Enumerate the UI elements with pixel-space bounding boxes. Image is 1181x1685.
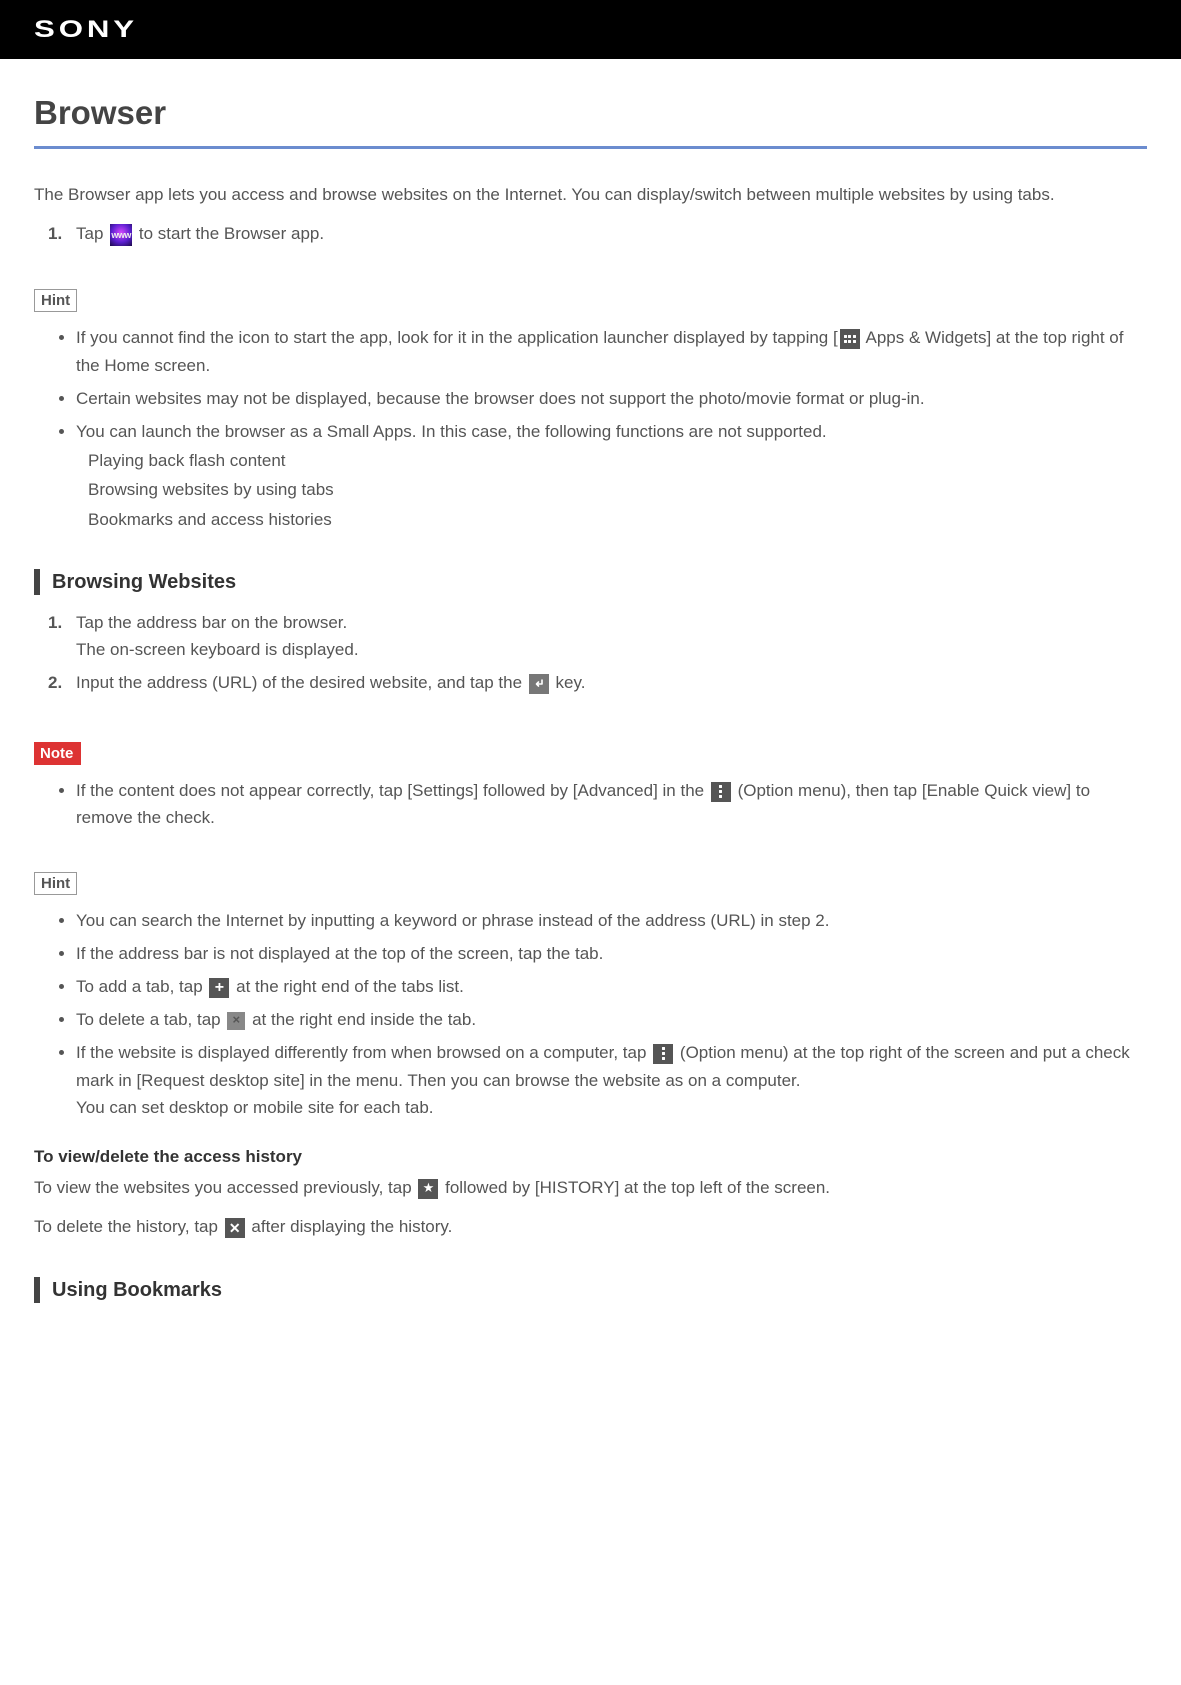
browsing-steps: Tap the address bar on the browser. The … <box>34 609 1147 697</box>
text-fragment: To add a tab, tap <box>76 977 207 996</box>
section-browsing-heading: Browsing Websites <box>34 569 1147 595</box>
hint1-item2: Certain websites may not be displayed, b… <box>76 385 1147 412</box>
note-label: Note <box>34 742 81 765</box>
hint-list-1: If you cannot find the icon to start the… <box>34 324 1147 532</box>
text-fragment: Tap <box>76 224 108 243</box>
hint2-item4: To delete a tab, tap × at the right end … <box>76 1006 1147 1033</box>
text-fragment: Tap the address bar on the browser. <box>76 613 347 632</box>
hint-label: Hint <box>34 289 77 312</box>
text-fragment: Input the address (URL) of the desired w… <box>76 673 527 692</box>
close-icon: × <box>227 1012 245 1030</box>
text-fragment: at the right end inside the tab. <box>252 1010 476 1029</box>
hint2-item1: You can search the Internet by inputting… <box>76 907 1147 934</box>
text-fragment: If you cannot find the icon to start the… <box>76 328 838 347</box>
browsing-step-1: Tap the address bar on the browser. The … <box>76 609 1147 663</box>
page-title: Browser <box>34 94 1147 132</box>
text-fragment: To view the websites you accessed previo… <box>34 1178 416 1197</box>
x-icon: ✕ <box>225 1218 245 1238</box>
history-heading: To view/delete the access history <box>34 1143 1147 1170</box>
history-line1: To view the websites you accessed previo… <box>34 1174 1147 1201</box>
option-menu-icon <box>653 1044 673 1064</box>
www-icon: www <box>110 224 132 246</box>
hint1-item3-sub1: Playing back flash content <box>76 447 1147 474</box>
note-item1: If the content does not appear correctly… <box>76 777 1147 831</box>
text-fragment: You can set desktop or mobile site for e… <box>76 1098 434 1117</box>
intro-text: The Browser app lets you access and brow… <box>34 181 1147 208</box>
start-step-1: Tap www to start the Browser app. <box>76 220 1147 247</box>
note-list: If the content does not appear correctly… <box>34 777 1147 831</box>
hint1-item3-sub2: Browsing websites by using tabs <box>76 476 1147 503</box>
text-fragment: at the right end of the tabs list. <box>236 977 464 996</box>
section-bookmarks-heading: Using Bookmarks <box>34 1277 1147 1303</box>
text-fragment: after displaying the history. <box>251 1217 452 1236</box>
text-fragment: If the website is displayed differently … <box>76 1043 651 1062</box>
option-menu-icon <box>711 782 731 802</box>
text-fragment: To delete the history, tap <box>34 1217 223 1236</box>
hint-list-2: You can search the Internet by inputting… <box>34 907 1147 1121</box>
text-fragment: If the content does not appear correctly… <box>76 781 709 800</box>
hint-label-2: Hint <box>34 872 77 895</box>
hint2-item3: To add a tab, tap + at the right end of … <box>76 973 1147 1000</box>
text-fragment: To delete a tab, tap <box>76 1010 225 1029</box>
enter-arrow-svg <box>533 678 545 690</box>
text-fragment: The on-screen keyboard is displayed. <box>76 640 359 659</box>
enter-icon <box>529 674 549 694</box>
hint1-item3-sub3: Bookmarks and access histories <box>76 506 1147 533</box>
www-icon-label: www <box>111 228 131 242</box>
content-area: Browser The Browser app lets you access … <box>0 59 1181 1367</box>
top-bar: SONY <box>0 0 1181 59</box>
text-fragment: key. <box>556 673 586 692</box>
launcher-icon <box>840 329 860 349</box>
hint2-item5: If the website is displayed differently … <box>76 1039 1147 1121</box>
hint1-item1: If you cannot find the icon to start the… <box>76 324 1147 378</box>
title-divider <box>34 146 1147 149</box>
hint2-item2: If the address bar is not displayed at t… <box>76 940 1147 967</box>
history-line2: To delete the history, tap ✕ after displ… <box>34 1213 1147 1240</box>
plus-icon: + <box>209 978 229 998</box>
start-steps: Tap www to start the Browser app. <box>34 220 1147 247</box>
sony-logo: SONY <box>34 16 138 44</box>
bookmark-star-icon: ★ <box>418 1179 438 1199</box>
text-fragment: followed by [HISTORY] at the top left of… <box>445 1178 830 1197</box>
text-fragment: to start the Browser app. <box>139 224 324 243</box>
browsing-step-2: Input the address (URL) of the desired w… <box>76 669 1147 696</box>
hint1-item3: You can launch the browser as a Small Ap… <box>76 418 1147 533</box>
text-fragment: You can launch the browser as a Small Ap… <box>76 422 827 441</box>
